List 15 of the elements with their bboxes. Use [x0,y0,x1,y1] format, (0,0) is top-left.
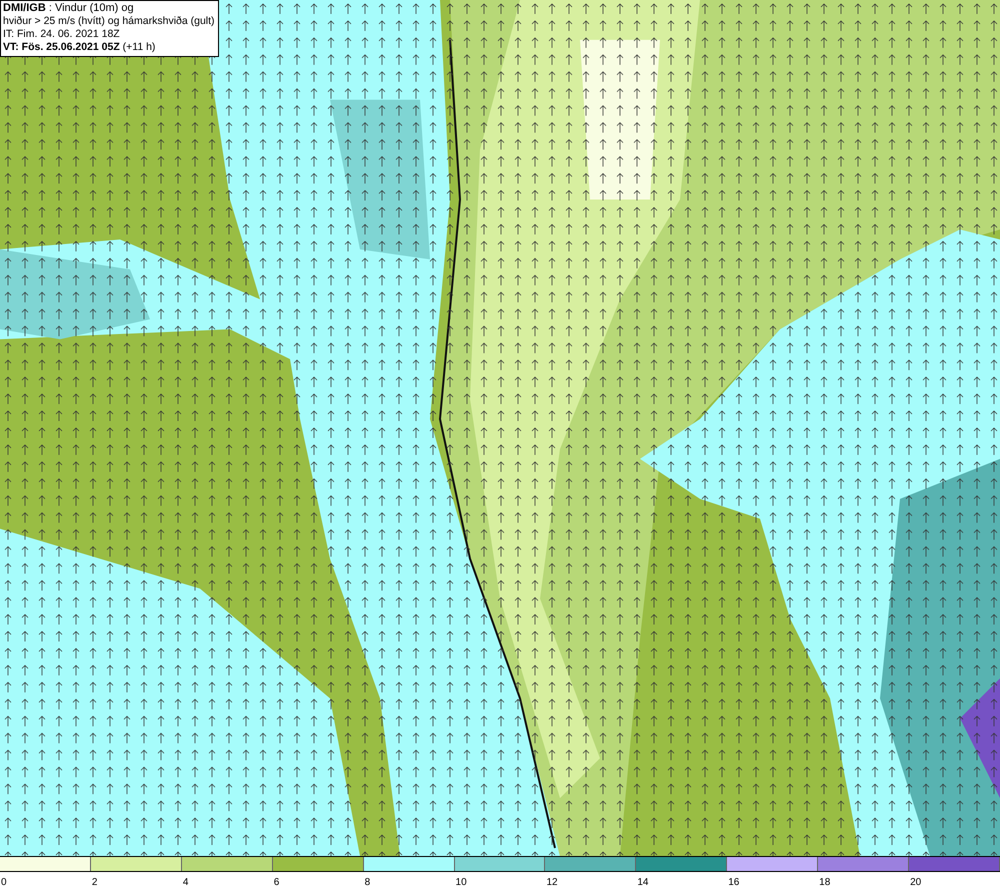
legend-label: 20 [909,877,922,887]
legend-label: 4 [182,877,188,887]
legend-label: 0 [0,877,7,887]
legend-label: 8 [364,877,370,887]
legend-label: 16 [727,877,740,887]
legend-label: 6 [272,877,280,887]
title-line: DMI/IGB : Vindur (10m) og [3,2,135,15]
legend-label: 12 [545,877,558,887]
title-line: IT: Fim. 24. 06. 2021 18Z [3,28,121,41]
legend-label: 14 [636,877,648,887]
legend-label: 10 [454,877,467,887]
title-line: VT: Fös. 25.06.2021 05Z (+11 h) [3,41,156,54]
legend-label: 2 [90,877,98,887]
title-line: hviður > 25 m/s (hvítt) og hámarkshviða (gult) [3,15,215,28]
legend-label: 18 [818,877,830,887]
